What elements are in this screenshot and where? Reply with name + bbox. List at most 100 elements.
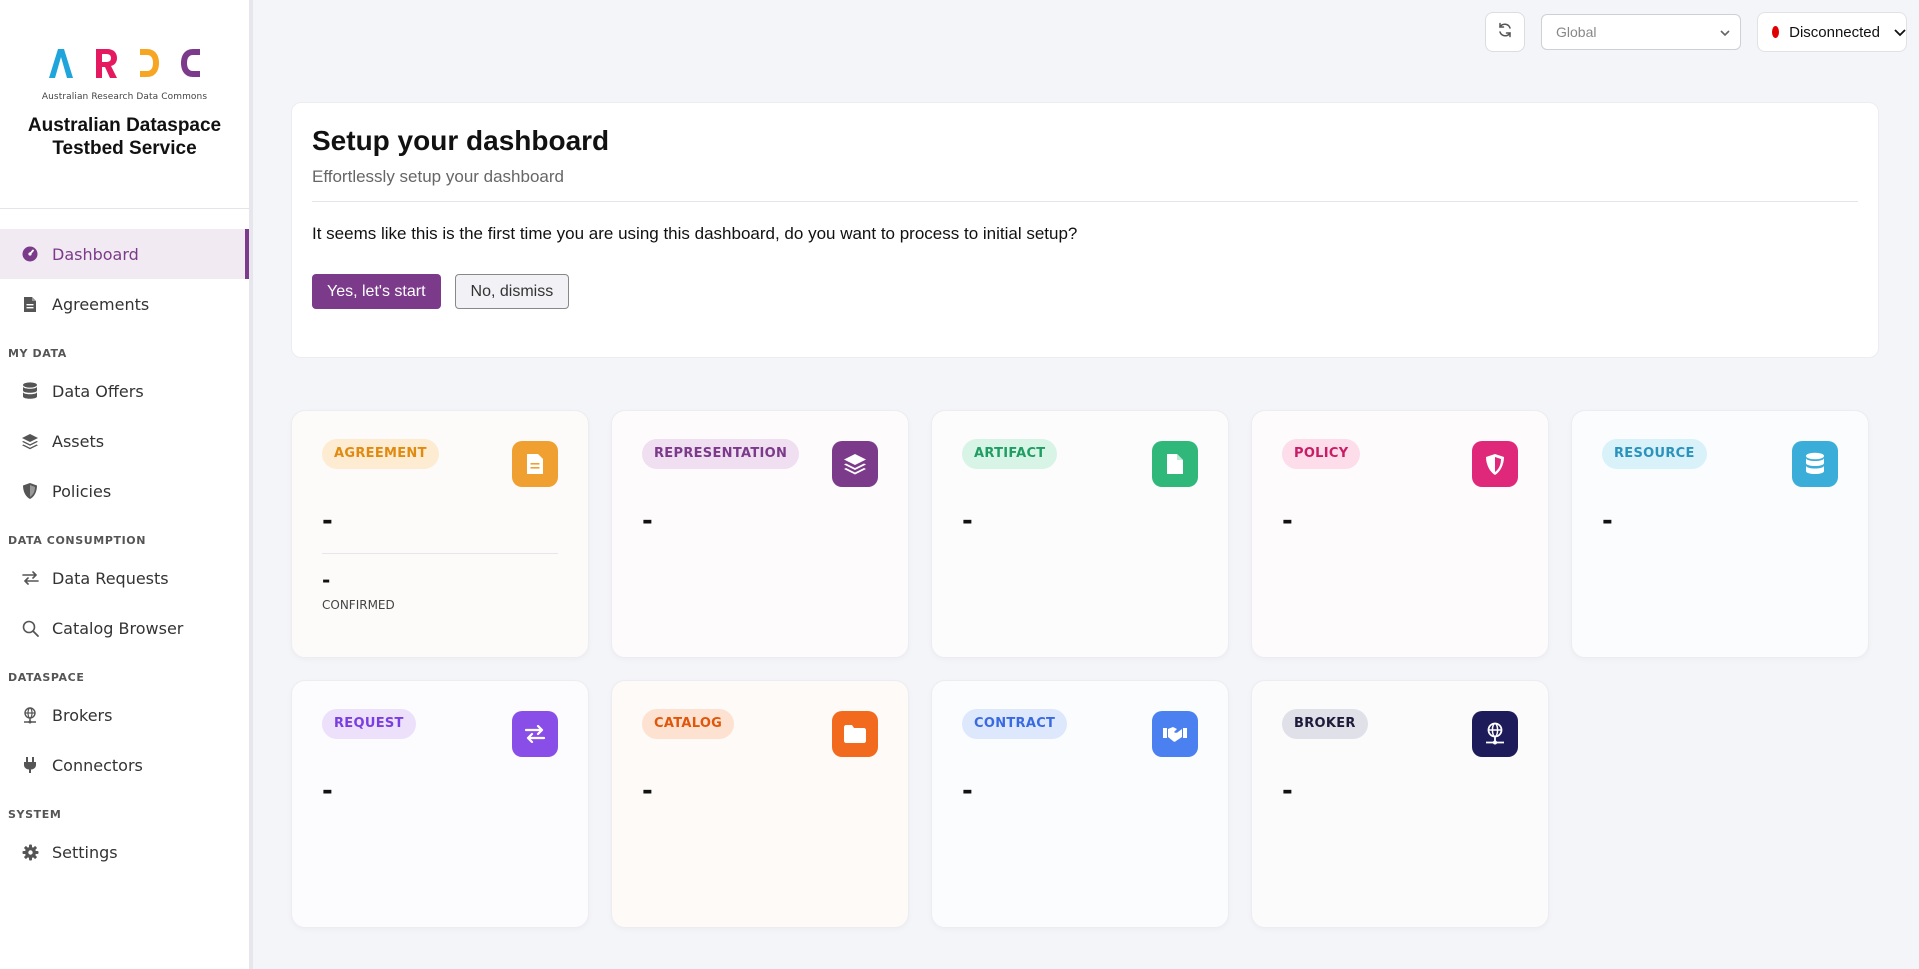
stat-card-artifact[interactable]: ARTIFACT - xyxy=(931,410,1229,658)
stat-card-resource[interactable]: RESOURCE - xyxy=(1571,410,1869,658)
sidebar-item-settings[interactable]: Settings xyxy=(0,827,249,877)
stat-card-policy[interactable]: POLICY - xyxy=(1251,410,1549,658)
stat-card-request[interactable]: REQUEST - xyxy=(291,680,589,928)
stat-card-value: - xyxy=(1282,776,1293,806)
logo-letter-r-icon xyxy=(95,49,117,78)
app-title: Australian Dataspace Testbed Service xyxy=(27,115,222,159)
sidebar-item-assets[interactable]: Assets xyxy=(0,416,249,466)
setup-title: Setup your dashboard xyxy=(312,125,610,156)
file-icon xyxy=(1152,441,1198,487)
search-icon xyxy=(20,618,40,638)
network-globe-icon xyxy=(20,705,40,725)
setup-panel: Setup your dashboard Effortlessly setup … xyxy=(291,102,1879,358)
stat-card-sublabel: CONFIRMED xyxy=(322,598,395,612)
refresh-button[interactable] xyxy=(1485,12,1525,52)
sidebar-item-policies[interactable]: Policies xyxy=(0,466,249,516)
stat-card-badge: POLICY xyxy=(1282,439,1361,469)
connection-status-button[interactable]: Disconnected xyxy=(1757,12,1907,52)
stat-card-badge: REQUEST xyxy=(322,709,416,739)
stat-card-badge: ARTIFACT xyxy=(962,439,1058,469)
sidebar-item-label: Data Offers xyxy=(52,381,144,401)
sidebar-item-label: Settings xyxy=(52,842,118,862)
stat-card-representation[interactable]: REPRESENTATION - xyxy=(611,410,909,658)
stat-card-value: - xyxy=(322,506,333,536)
arrows-exchange-icon xyxy=(512,711,558,757)
stat-card-badge: CATALOG xyxy=(642,709,735,739)
chevron-down-icon xyxy=(1894,24,1906,41)
sidebar: Australian Research Data Commons Austral… xyxy=(0,0,253,969)
stat-card-broker[interactable]: BROKER - xyxy=(1251,680,1549,928)
sidebar-item-label: Brokers xyxy=(52,705,113,725)
sidebar-item-brokers[interactable]: Brokers xyxy=(0,690,249,740)
stat-card-value: - xyxy=(962,506,973,536)
stat-card-value: - xyxy=(642,506,653,536)
start-setup-button[interactable]: Yes, let's start xyxy=(312,274,441,309)
sidebar-item-connectors[interactable]: Connectors xyxy=(0,740,249,790)
network-globe-icon xyxy=(1472,711,1518,757)
nav-section-my-data: MY DATA xyxy=(8,347,67,360)
sidebar-item-agreements[interactable]: Agreements xyxy=(0,279,249,329)
brand-header: Australian Research Data Commons Austral… xyxy=(0,0,249,209)
nav-section-data-consumption: DATA CONSUMPTION xyxy=(8,534,147,547)
refresh-icon xyxy=(1497,22,1513,42)
folder-icon xyxy=(832,711,878,757)
brand-subtitle: Australian Research Data Commons xyxy=(41,92,208,102)
stat-card-badge: RESOURCE xyxy=(1602,439,1707,469)
shield-icon xyxy=(1472,441,1518,487)
nav-section-dataspace: DATASPACE xyxy=(8,671,85,684)
stat-card-value: - xyxy=(1282,506,1293,536)
gear-icon xyxy=(20,842,40,862)
stat-card-value: - xyxy=(642,776,653,806)
status-dot-icon xyxy=(1772,26,1780,38)
handshake-icon xyxy=(1152,711,1198,757)
scope-select[interactable]: Global xyxy=(1541,14,1741,50)
nav-section-system: SYSTEM xyxy=(8,808,62,821)
setup-subtitle: Effortlessly setup your dashboard xyxy=(312,167,1858,202)
stat-card-badge: BROKER xyxy=(1282,709,1368,739)
layers-icon xyxy=(20,431,40,451)
document-icon xyxy=(20,294,40,314)
sidebar-item-label: Agreements xyxy=(52,294,150,314)
stat-card-value: - xyxy=(1602,506,1613,536)
chevron-down-icon xyxy=(1720,24,1730,40)
stat-card-badge: AGREEMENT xyxy=(322,439,439,469)
dismiss-setup-button[interactable]: No, dismiss xyxy=(454,274,570,309)
layers-icon xyxy=(832,441,878,487)
sidebar-item-label: Connectors xyxy=(52,755,143,775)
sidebar-item-label: Data Requests xyxy=(52,568,169,588)
ardc-logo xyxy=(48,42,202,78)
connection-status-label: Disconnected xyxy=(1789,23,1880,41)
divider xyxy=(322,553,558,554)
stat-card-value: - xyxy=(322,776,333,806)
sidebar-item-dashboard[interactable]: Dashboard xyxy=(0,229,249,279)
stat-card-value: - xyxy=(962,776,973,806)
database-icon xyxy=(20,381,40,401)
sidebar-item-label: Dashboard xyxy=(52,244,139,264)
document-icon xyxy=(512,441,558,487)
shield-icon xyxy=(20,481,40,501)
logo-letter-d-icon xyxy=(139,49,159,77)
top-toolbar: Global Disconnected xyxy=(1485,12,1907,52)
stat-card-agreement[interactable]: AGREEMENT - - CONFIRMED xyxy=(291,410,589,658)
sidebar-item-catalog-browser[interactable]: Catalog Browser xyxy=(0,603,249,653)
plug-icon xyxy=(20,755,40,775)
sidebar-item-data-requests[interactable]: Data Requests xyxy=(0,553,249,603)
stat-card-catalog[interactable]: CATALOG - xyxy=(611,680,909,928)
logo-letter-c-icon xyxy=(180,49,200,77)
stat-card-badge: REPRESENTATION xyxy=(642,439,800,469)
gauge-icon xyxy=(20,244,40,264)
sidebar-nav: Dashboard Agreements MY DATA Data Offers… xyxy=(0,209,249,877)
database-icon xyxy=(1792,441,1838,487)
stat-card-badge: CONTRACT xyxy=(962,709,1068,739)
stat-card-contract[interactable]: CONTRACT - xyxy=(931,680,1229,928)
logo-letter-a-icon xyxy=(48,49,73,78)
setup-question: It seems like this is the first time you… xyxy=(312,224,1078,243)
scope-select-value: Global xyxy=(1556,24,1597,40)
sidebar-item-label: Assets xyxy=(52,431,105,451)
setup-actions: Yes, let's start No, dismiss xyxy=(312,274,1858,309)
sidebar-item-label: Catalog Browser xyxy=(52,618,184,638)
sidebar-item-data-offers[interactable]: Data Offers xyxy=(0,366,249,416)
sidebar-item-label: Policies xyxy=(52,481,112,501)
stat-card-subvalue: - xyxy=(322,568,331,592)
arrows-exchange-icon xyxy=(20,568,40,588)
